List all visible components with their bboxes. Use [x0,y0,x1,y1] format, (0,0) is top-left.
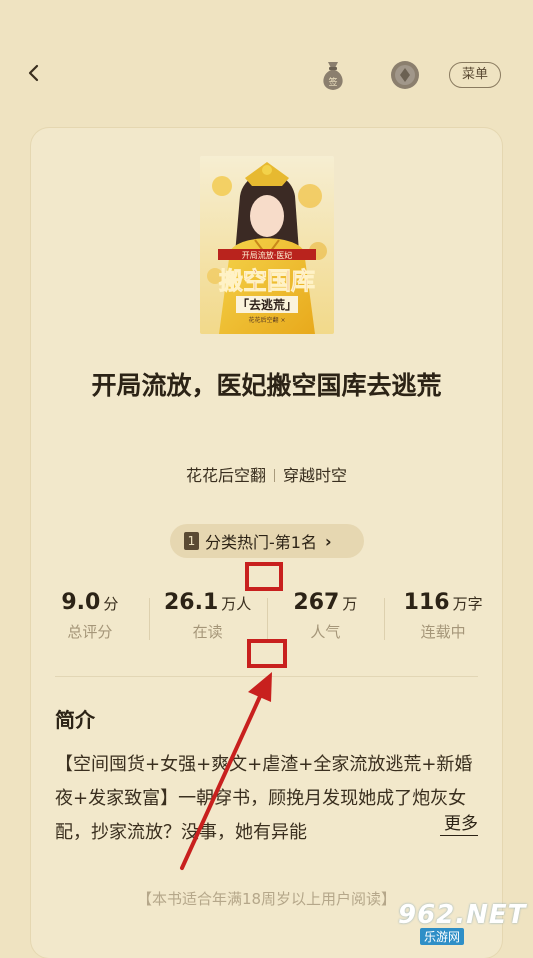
chevron-left-icon [28,64,39,82]
svg-text:搬空国库: 搬空国库 [219,266,315,295]
money-bag-icon[interactable]: 签 [318,58,348,92]
chevron-right-icon: › [324,531,332,551]
back-button[interactable] [22,58,46,88]
book-meta: 花花后空翻 穿越时空 [0,462,533,486]
more-link[interactable]: 更多 [440,813,478,836]
top-bar: 签 菜单 [0,0,533,130]
rank-badge[interactable]: 1 分类热门-第1名 › [170,524,364,558]
book-category[interactable]: 穿越时空 [283,466,347,485]
coin-icon[interactable] [390,60,420,90]
rank-number-icon: 1 [184,532,199,550]
bag-label: 签 [328,76,337,88]
highlight-box-readers-label [247,639,287,668]
highlight-box-readers-value [245,562,283,591]
section-divider [55,676,478,677]
book-cover[interactable]: 开局流放·医妃 搬空国库 「去逃荒」 花花后空翻 × [200,156,334,334]
svg-text:花花后空翻 ×: 花花后空翻 × [249,316,286,324]
menu-button[interactable]: 菜单 [449,62,501,88]
rank-label: 分类热门-第1名 [205,533,317,552]
svg-text:开局流放·医妃: 开局流放·医妃 [242,250,293,260]
intro-heading: 简介 [55,708,95,732]
intro-text: 【空间囤货+女强+爽文+虐渣+全家流放逃荒+新婚夜+发家致富】一朝穿书，顾挽月发… [55,754,473,843]
book-title: 开局流放，医妃搬空国库去逃荒 [91,371,442,400]
meta-divider [274,469,275,482]
watermark-logo: 962.NET 乐游网 [398,900,527,945]
svg-text:「去逃荒」: 「去逃荒」 [237,297,297,312]
stat-rating: 9.0 分 总评分 [61,590,119,641]
author-name[interactable]: 花花后空翻 [186,466,266,485]
stat-word-count: 116 万字 连载中 [384,590,502,660]
